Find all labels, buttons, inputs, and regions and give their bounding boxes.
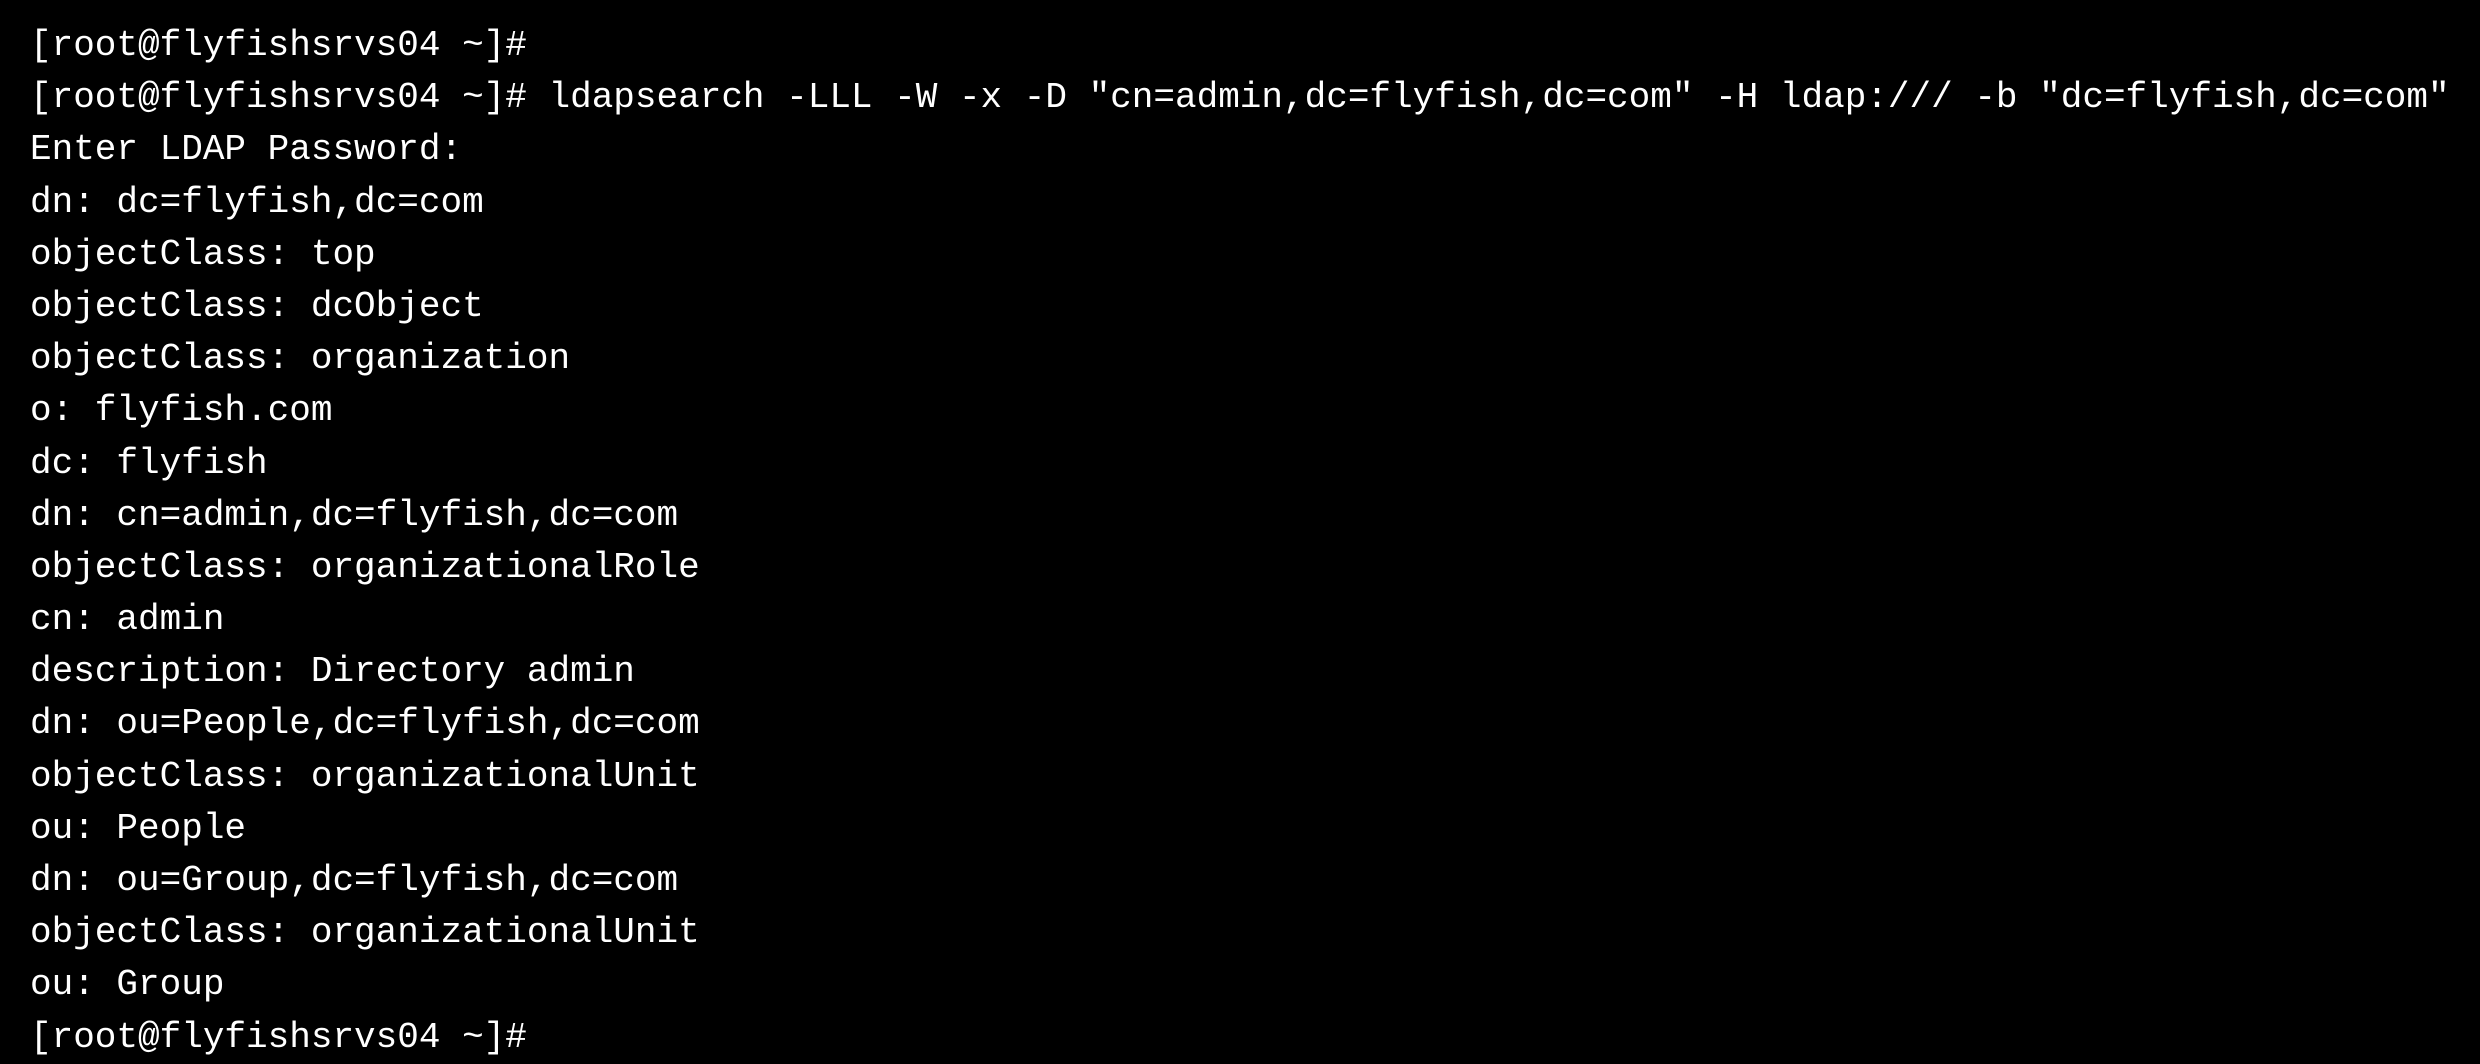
- terminal-line-line13: objectClass: organizationalUnit: [30, 751, 2450, 803]
- terminal-line-line3: objectClass: top: [30, 229, 2450, 281]
- terminal-line-line12: dn: ou=People,dc=flyfish,dc=com: [30, 698, 2450, 750]
- terminal-line-prompt1: [root@flyfishsrvs04 ~]#: [30, 20, 2450, 72]
- terminal-line-line8: dn: cn=admin,dc=flyfish,dc=com: [30, 490, 2450, 542]
- terminal-line-line10: cn: admin: [30, 594, 2450, 646]
- terminal-line-line7: dc: flyfish: [30, 438, 2450, 490]
- terminal-line-line9: objectClass: organizationalRole: [30, 542, 2450, 594]
- terminal-line-line4: objectClass: dcObject: [30, 281, 2450, 333]
- terminal-window: [root@flyfishsrvs04 ~]#[root@flyfishsrvs…: [30, 20, 2450, 1064]
- terminal-line-prompt2: [root@flyfishsrvs04 ~]#: [30, 1012, 2450, 1064]
- terminal-line-line17: ou: Group: [30, 959, 2450, 1011]
- terminal-line-command1: [root@flyfishsrvs04 ~]# ldapsearch -LLL …: [30, 72, 2450, 124]
- terminal-line-line5: objectClass: organization: [30, 333, 2450, 385]
- terminal-line-line11: description: Directory admin: [30, 646, 2450, 698]
- terminal-line-line14: ou: People: [30, 803, 2450, 855]
- terminal-line-line6: o: flyfish.com: [30, 385, 2450, 437]
- terminal-line-line15: dn: ou=Group,dc=flyfish,dc=com: [30, 855, 2450, 907]
- terminal-line-line2: dn: dc=flyfish,dc=com: [30, 177, 2450, 229]
- terminal-line-line1: Enter LDAP Password:: [30, 124, 2450, 176]
- terminal-line-line16: objectClass: organizationalUnit: [30, 907, 2450, 959]
